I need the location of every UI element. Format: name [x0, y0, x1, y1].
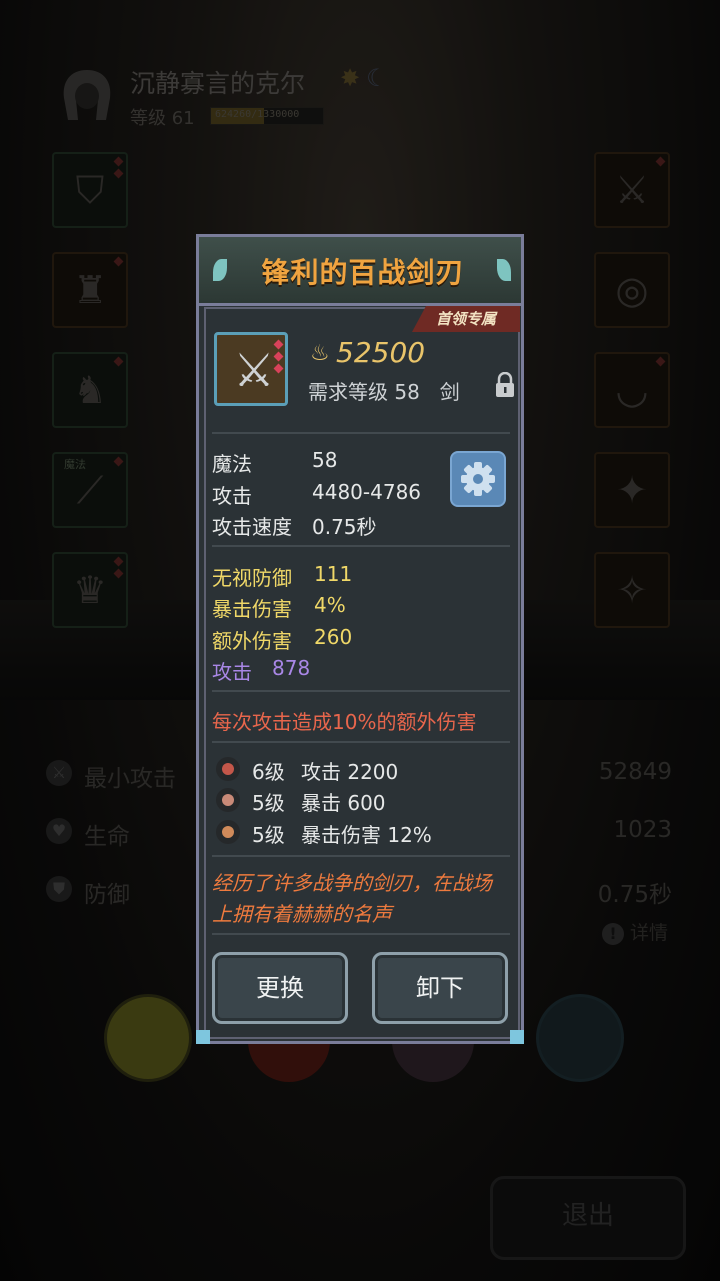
corner-ornament: [196, 1030, 210, 1044]
divider: [212, 741, 510, 743]
divider: [212, 933, 510, 935]
base-stat-label: 魔法: [212, 452, 252, 476]
coin-bag-icon: ♨: [310, 341, 330, 366]
item-description: 经历了许多战争的剑刃，在战场上拥有着赫赫的名声: [212, 871, 492, 926]
bonus-stat-value: 260: [314, 625, 353, 649]
base-stat-value: 58: [312, 448, 338, 472]
item-title-banner: 锋利的百战剑刃: [196, 234, 524, 306]
corner-ornament: [510, 1030, 524, 1044]
item-name: 锋利的百战剑刃: [261, 256, 465, 289]
gem-effect: 攻击 2200: [301, 760, 399, 784]
item-price: 52500: [336, 336, 426, 369]
base-stat-label: 攻击速度: [212, 515, 292, 539]
replace-button[interactable]: 更换: [212, 952, 348, 1024]
base-stat-value: 4480-4786: [312, 480, 422, 504]
lock-icon[interactable]: [494, 372, 516, 398]
bonus-stat-label: 额外伤害: [212, 629, 292, 653]
divider: [212, 690, 510, 692]
bonus-stat-label: 攻击: [212, 660, 252, 684]
amber-gem-icon: [216, 820, 240, 844]
ruby-gem-icon: [216, 757, 240, 781]
item-requirement: 需求等级 58 剑: [308, 380, 460, 404]
divider: [212, 432, 510, 434]
settings-button[interactable]: [450, 451, 506, 507]
gem-effect: 暴击伤害 12%: [301, 823, 432, 847]
gem-effect: 暴击 600: [301, 791, 386, 815]
gem-level: 5级: [252, 791, 285, 815]
boss-exclusive-badge: 首领专属: [412, 306, 520, 332]
item-icon-frame: ⚔: [214, 332, 288, 406]
bonus-stat-value: 111: [314, 562, 353, 586]
bonus-stat-value: 878: [272, 656, 311, 680]
bonus-stat-value: 4%: [314, 593, 346, 617]
bonus-stat-label: 暴击伤害: [212, 597, 292, 621]
divider: [212, 545, 510, 547]
base-stat-label: 攻击: [212, 484, 252, 508]
gear-icon: [461, 462, 495, 496]
bonus-stat-label: 无视防御: [212, 566, 292, 590]
crystal-gem-icon: [216, 788, 240, 812]
gem-level: 6级: [252, 760, 285, 784]
special-effect: 每次攻击造成10%的额外伤害: [212, 710, 477, 734]
base-stat-value: 0.75秒: [312, 515, 377, 539]
unequip-button[interactable]: 卸下: [372, 952, 508, 1024]
gem-level: 5级: [252, 823, 285, 847]
divider: [212, 855, 510, 857]
